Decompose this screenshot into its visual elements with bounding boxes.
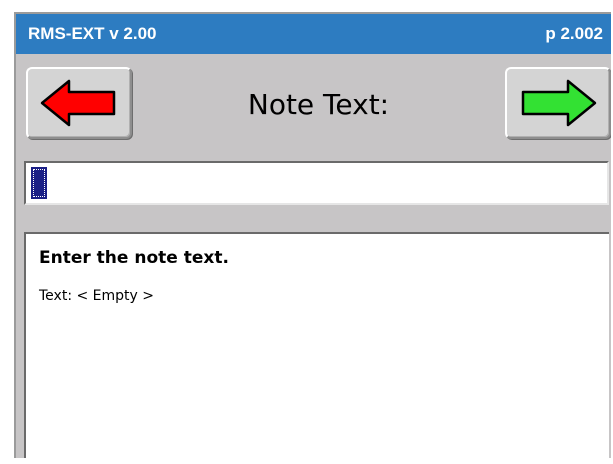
current-text-value: Text: < Empty >: [39, 288, 154, 304]
back-button[interactable]: [26, 67, 132, 139]
screen-title: Note Text:: [247, 88, 390, 121]
app-window: RMS-EXT v 2.00 p 2.002 Note Text: Enter …: [14, 12, 611, 458]
app-title: RMS-EXT v 2.00: [28, 24, 157, 43]
text-cursor: [31, 167, 47, 199]
info-panel: Enter the note text. Text: < Empty >: [24, 232, 609, 458]
next-button[interactable]: [505, 67, 611, 139]
info-heading: Enter the note text.: [39, 248, 229, 268]
note-text-input[interactable]: [24, 161, 609, 205]
right-arrow-icon: [521, 79, 597, 127]
page-number: p 2.002: [545, 24, 603, 43]
title-bar: RMS-EXT v 2.00 p 2.002: [16, 14, 611, 54]
left-arrow-icon: [40, 79, 116, 127]
